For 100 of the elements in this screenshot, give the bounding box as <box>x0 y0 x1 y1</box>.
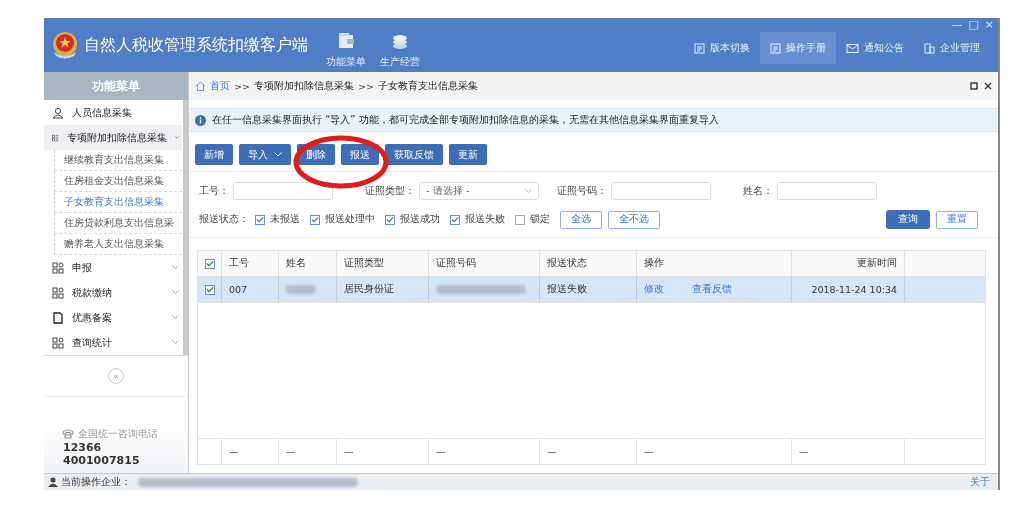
column-header: 姓名 <box>286 257 306 270</box>
toolbar-button[interactable]: 报送 <box>341 144 379 165</box>
table-cell: — <box>344 446 354 457</box>
building-icon <box>924 42 935 54</box>
home-icon <box>195 81 206 91</box>
sidebar-subitem[interactable]: 住房租金支出信息采集 <box>54 171 182 192</box>
table-cell: — <box>644 446 654 457</box>
checkbox-label: 未报送 <box>270 213 300 226</box>
header-link[interactable]: 通知公告 <box>836 32 914 64</box>
toolbar-button[interactable]: 导入 <box>239 144 291 165</box>
document-icon <box>770 42 781 54</box>
checkbox-label: 报送成功 <box>400 213 440 226</box>
close-icon[interactable] <box>984 82 992 90</box>
filter-label: 姓名： <box>743 184 773 198</box>
chevron-icon <box>172 265 179 270</box>
nav-button[interactable]: 生产经营 <box>380 32 420 69</box>
maximize-icon[interactable] <box>970 82 978 90</box>
sidebar-item[interactable]: 税款缴纳 <box>44 280 182 305</box>
query-button[interactable]: 查询 <box>886 210 930 229</box>
column-header: 证照号码 <box>436 257 476 270</box>
scrollbar[interactable] <box>183 100 188 355</box>
sidebar-subitem[interactable]: 赡养老人支出信息采集 <box>54 234 182 255</box>
phone-icon <box>62 429 74 439</box>
chevron-icon <box>172 340 179 345</box>
table-link[interactable]: 修改 <box>644 283 664 296</box>
nav-button[interactable]: 功能菜单 <box>326 32 366 69</box>
notice-text: 在任一信息采集界面执行 “导入” 功能，都可完成全部专项附加扣除信息的采集，无需在其他信息采集界面重复导入 <box>212 113 719 127</box>
checkbox[interactable] <box>255 214 265 225</box>
input-field[interactable] <box>777 182 877 200</box>
filter-label: 报送状态： <box>199 213 249 226</box>
redacted-text <box>286 285 316 294</box>
sidebar-subitem[interactable]: 继续教育支出信息采集 <box>54 150 182 171</box>
grid-icon <box>52 261 64 274</box>
grid-icon <box>52 336 64 349</box>
about-link[interactable]: 关于 <box>970 475 990 489</box>
toolbar-button[interactable]: 获取反馈 <box>385 144 443 165</box>
column-header: 工号 <box>229 257 249 270</box>
user-icon <box>48 477 58 487</box>
breadcrumb-item: 专项附加扣除信息采集 <box>253 79 354 93</box>
select-field[interactable]: - 请选择 - <box>419 182 539 200</box>
toolbar-button[interactable]: 新增 <box>195 144 233 165</box>
sidebar-item[interactable]: 查询统计 <box>44 330 182 355</box>
column-header: 证照类型 <box>344 257 384 270</box>
table-cell: — <box>436 446 446 457</box>
table-cell: 居民身份证 <box>344 283 394 296</box>
table-cell: — <box>286 446 296 457</box>
sidebar-item[interactable]: 申报 <box>44 255 182 280</box>
checkbox[interactable] <box>204 258 215 269</box>
chevron-icon <box>172 315 179 320</box>
sidebar-title: 功能菜单 <box>44 72 188 100</box>
input-field[interactable] <box>233 182 333 200</box>
input-field[interactable] <box>611 182 711 200</box>
table-cell: — <box>547 446 557 457</box>
column-header: 操作 <box>644 257 664 270</box>
sidebar-subitem[interactable]: 子女教育支出信息采集 <box>54 192 182 213</box>
window-control[interactable]: — <box>951 18 963 31</box>
app-title: 自然人税收管理系统扣缴客户端 <box>84 34 308 56</box>
filter-label: 工号： <box>199 184 229 198</box>
table-cell: — <box>799 446 809 457</box>
checkbox-label: 报送处理中 <box>325 213 375 226</box>
status-label: 当前操作企业： <box>61 475 131 489</box>
filter-label: 证照类型： <box>365 184 415 198</box>
checkbox[interactable] <box>310 214 320 225</box>
table-row[interactable]: 007 居民身份证 报送失败 修改 查看反馈 2018-11-24 10:34 <box>198 277 985 303</box>
table-cell: — <box>229 446 239 457</box>
toolbar-button[interactable]: 更新 <box>449 144 487 165</box>
checkbox-label: 锁定 <box>530 213 550 226</box>
table-cell: 007 <box>229 284 248 295</box>
sidebar-subitem[interactable]: 住房贷款利息支出信息采 <box>54 213 182 234</box>
chevron-icon <box>525 189 532 193</box>
header-link[interactable]: 企业管理 <box>914 32 990 64</box>
coins-icon <box>391 32 409 50</box>
reset-button[interactable]: 重置 <box>936 210 978 229</box>
select-all-button[interactable]: 全选 <box>560 210 602 229</box>
chevron-icon <box>172 290 179 295</box>
header-link[interactable]: 版本切换 <box>684 32 760 64</box>
sidebar-item[interactable]: 人员信息采集 <box>44 100 182 125</box>
hotline-number: 4001007815 <box>62 454 141 467</box>
checkbox[interactable] <box>204 284 215 295</box>
header-link[interactable]: 操作手册 <box>760 32 836 64</box>
list-icon <box>52 131 59 144</box>
document-icon <box>52 311 64 324</box>
wallet-icon <box>337 32 355 50</box>
filter-label: 证照号码： <box>557 184 607 198</box>
checkbox[interactable] <box>450 214 460 225</box>
grid-icon <box>52 286 64 299</box>
table-link[interactable]: 查看反馈 <box>692 283 732 296</box>
document-icon <box>694 42 705 54</box>
hotline-number: 12366 <box>62 441 103 454</box>
info-icon <box>195 114 206 126</box>
select-all-button[interactable]: 全不选 <box>608 210 660 229</box>
emblem-icon <box>50 30 80 60</box>
checkbox[interactable] <box>515 214 525 225</box>
mail-icon <box>846 42 859 54</box>
window-control[interactable]: □ <box>968 18 979 31</box>
sidebar-item[interactable]: 优惠备案 <box>44 305 182 330</box>
window-control[interactable]: × <box>984 18 994 31</box>
breadcrumb-item[interactable]: 首页 <box>210 79 230 93</box>
sidebar-item[interactable]: 专项附加扣除信息采集 <box>44 125 182 150</box>
checkbox[interactable] <box>385 214 395 225</box>
